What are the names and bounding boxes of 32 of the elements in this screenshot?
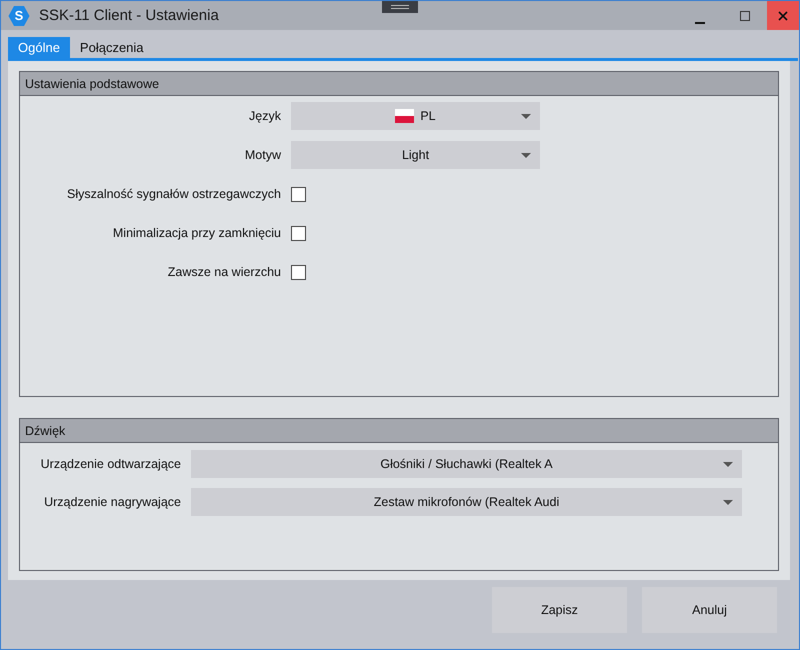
caret-icon [521, 153, 531, 158]
caret-icon [723, 462, 733, 467]
window-title: SSK-11 Client - Ustawienia [39, 7, 219, 24]
dialog-button[interactable]: Anuluj [642, 587, 777, 633]
setting-label: Język [248, 109, 282, 123]
caret-icon [723, 500, 733, 505]
dialog-button[interactable]: Zapisz [492, 587, 627, 633]
close-button[interactable] [767, 1, 799, 30]
setting-label: Motyw [244, 148, 282, 162]
flag-icon [395, 109, 414, 123]
close-icon [778, 10, 788, 20]
tab[interactable]: Ogólne [8, 37, 70, 58]
dropdown[interactable]: Głośniki / Słuchawki (Realtek A [191, 450, 742, 478]
checkbox[interactable] [291, 186, 306, 202]
setting-label: Minimalizacja przy zamknięciu [112, 226, 282, 240]
section-title: Ustawienia podstawowe [25, 76, 160, 90]
setting-label: Urządzenie nagrywające [43, 495, 182, 509]
setting-label: Zawsze na wierzchu [166, 265, 282, 279]
checkbox[interactable] [291, 226, 306, 240]
minimize-icon [694, 22, 704, 24]
setting-label: Urządzenie odtwarzające [40, 457, 182, 471]
checkbox[interactable] [291, 264, 306, 280]
app-icon: S [8, 4, 30, 26]
caret-icon [521, 114, 531, 119]
setting-label: Słyszalność sygnałów ostrzegawczych [66, 187, 282, 201]
section-title: Dźwięk [25, 424, 66, 438]
maximize-icon [740, 10, 750, 20]
grip-handle[interactable] [382, 1, 418, 13]
dropdown[interactable]: PL [291, 102, 540, 130]
dropdown[interactable]: Zestaw mikrofonów (Realtek Audi [191, 488, 742, 516]
dropdown[interactable]: Light [291, 141, 540, 169]
tab[interactable]: Połączenia [70, 37, 154, 58]
